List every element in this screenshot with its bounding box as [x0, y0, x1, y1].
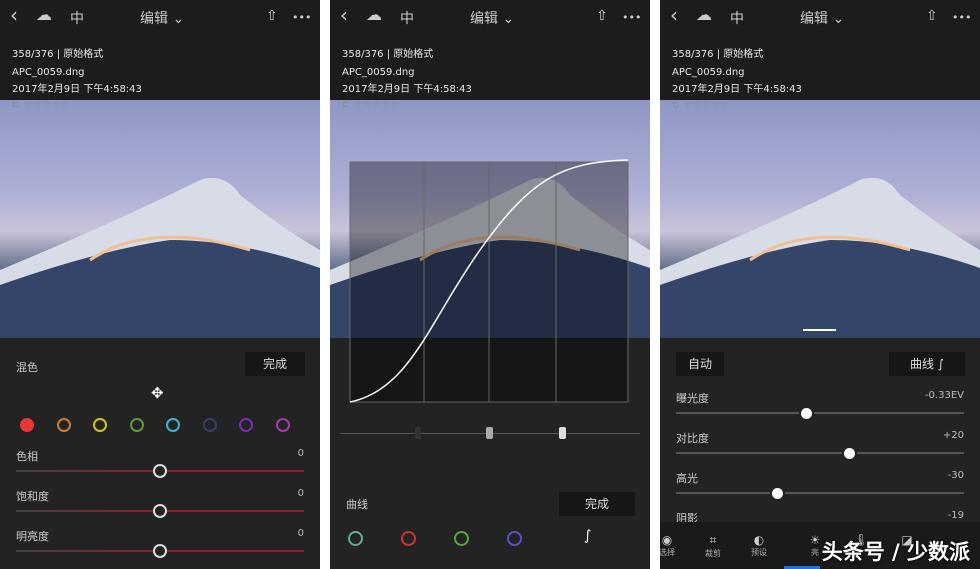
tone-curve[interactable] [330, 150, 650, 410]
photo-info: 358/376 | 原始格式 APC_0059.dng 2017年2月9日 下午… [342, 46, 472, 99]
capture-date: 2017年2月9日 下午4:58:43 [12, 84, 142, 95]
language-button[interactable]: 中 [730, 8, 744, 28]
slider-label: 曝光度 [676, 392, 709, 405]
rating-stars[interactable]: ⊏ ☆☆☆☆☆ [12, 100, 70, 110]
cloud-icon[interactable]: ☁ [36, 5, 52, 24]
slider-value: -19 [947, 510, 964, 521]
tool-button[interactable]: ◉ 选择 [660, 533, 682, 558]
slider-track[interactable] [676, 406, 964, 421]
color-swatch[interactable] [20, 418, 34, 432]
slider-track[interactable] [676, 446, 964, 461]
photo-info: 358/376 | 原始格式 APC_0059.dng 2017年2月9日 下午… [12, 46, 142, 99]
range-handle[interactable] [559, 427, 566, 439]
file-name: APC_0059.dng [12, 66, 85, 78]
slider-label: 色相 [16, 450, 38, 463]
slider-label: 对比度 [676, 432, 709, 445]
slider-knob[interactable] [769, 486, 785, 501]
cloud-icon[interactable]: ☁ [696, 5, 712, 24]
slider-track[interactable] [676, 486, 964, 501]
curve-channel-button[interactable] [507, 531, 522, 546]
range-handle[interactable] [415, 427, 421, 439]
curve-panel: ‹ ☁ 中 编辑 ⌄ ⇧ ••• 358/376 | 原始格式 APC_0059… [330, 0, 650, 569]
color-swatch[interactable] [239, 418, 253, 432]
mix-title: 混色 [16, 361, 38, 374]
photo-counter: 358/376 | 原始格式 [342, 49, 434, 60]
watermark: 头条号 / 少数派 [821, 540, 970, 564]
curve-button[interactable]: 曲线 ∫ [889, 352, 965, 376]
slider-knob[interactable] [841, 446, 857, 461]
curve-channel-button[interactable] [401, 531, 416, 546]
more-icon[interactable]: ••• [292, 11, 311, 24]
edit-menu[interactable]: 编辑 ⌄ [470, 8, 514, 28]
slider-track[interactable] [16, 504, 304, 518]
photo-info: 358/376 | 原始格式 APC_0059.dng 2017年2月9日 下午… [672, 46, 802, 99]
slider-track[interactable] [16, 544, 304, 558]
slider-knob[interactable] [153, 544, 167, 558]
target-adjust-icon[interactable]: ✥ [151, 384, 164, 402]
more-icon[interactable]: ••• [952, 11, 971, 24]
photo-counter: 358/376 | 原始格式 [672, 49, 764, 60]
capture-date: 2017年2月9日 下午4:58:43 [342, 84, 472, 95]
slider-label: 饱和度 [16, 490, 49, 503]
slider-value: -30 [947, 470, 964, 481]
slider-label: 高光 [676, 472, 698, 485]
share-icon[interactable]: ⇧ [266, 8, 278, 24]
color-swatch[interactable] [202, 418, 217, 432]
done-button[interactable]: 完成 [245, 352, 305, 376]
done-button[interactable]: 完成 [559, 492, 635, 516]
color-swatch[interactable] [275, 418, 290, 432]
tool-button[interactable]: ⌗ 裁剪 [698, 533, 728, 559]
edit-menu[interactable]: 编辑 ⌄ [800, 8, 844, 28]
slider-knob[interactable] [153, 464, 167, 478]
curve-mode-icon[interactable]: ∫ [584, 528, 591, 544]
rating-stars[interactable]: ⊏ ☆☆☆☆☆ [672, 100, 730, 110]
slider-label: 明亮度 [16, 530, 49, 543]
tool-button[interactable]: ◐ 预设 [744, 533, 774, 558]
color-swatch[interactable] [93, 418, 107, 432]
top-bar: ‹ ☁ 中 编辑 ⌄ ⇧ ••• [660, 0, 980, 34]
slider-value: 0 [297, 488, 304, 499]
slider-knob[interactable] [798, 406, 814, 421]
page-indicator [803, 329, 836, 331]
curve-title: 曲线 [346, 498, 368, 511]
language-button[interactable]: 中 [70, 8, 84, 28]
file-name: APC_0059.dng [342, 66, 415, 78]
language-button[interactable]: 中 [400, 8, 414, 28]
share-icon[interactable]: ⇧ [596, 8, 608, 24]
light-panel: ‹ ☁ 中 编辑 ⌄ ⇧ ••• 358/376 | 原始格式 APC_0059… [660, 0, 980, 569]
curve-channel-button[interactable] [348, 531, 363, 546]
color-mix-panel: ‹ ☁ 中 编辑 ⌄ ⇧ ••• 358/376 | 原始格式 APC_0059… [0, 0, 320, 569]
color-swatch[interactable] [129, 418, 144, 432]
share-icon[interactable]: ⇧ [926, 8, 938, 24]
capture-date: 2017年2月9日 下午4:58:43 [672, 84, 802, 95]
edit-menu[interactable]: 编辑 ⌄ [140, 8, 184, 28]
range-handle[interactable] [486, 427, 493, 439]
slider-value: +20 [942, 430, 964, 441]
color-swatch[interactable] [56, 418, 71, 432]
file-name: APC_0059.dng [672, 66, 745, 78]
cloud-icon[interactable]: ☁ [366, 5, 382, 24]
slider-knob[interactable] [153, 504, 167, 518]
rating-stars[interactable]: ⊏ ☆☆☆☆☆ [342, 100, 400, 110]
auto-button[interactable]: 自动 [676, 352, 724, 376]
slider-value: 0 [297, 528, 304, 539]
photo-counter: 358/376 | 原始格式 [12, 49, 104, 60]
slider-value: -0.33EV [924, 390, 964, 401]
slider-value: 0 [297, 448, 304, 459]
back-icon[interactable]: ‹ [10, 3, 18, 27]
curve-channel-button[interactable] [454, 531, 469, 546]
back-icon[interactable]: ‹ [340, 3, 348, 27]
back-icon[interactable]: ‹ [670, 3, 678, 27]
photo-preview[interactable] [660, 100, 980, 338]
top-bar: ‹ ☁ 中 编辑 ⌄ ⇧ ••• [0, 0, 320, 34]
more-icon[interactable]: ••• [622, 11, 641, 24]
photo-preview[interactable] [0, 100, 320, 338]
slider-track[interactable] [16, 464, 304, 478]
top-bar: ‹ ☁ 中 编辑 ⌄ ⇧ ••• [330, 0, 650, 34]
color-swatch[interactable] [166, 418, 180, 432]
